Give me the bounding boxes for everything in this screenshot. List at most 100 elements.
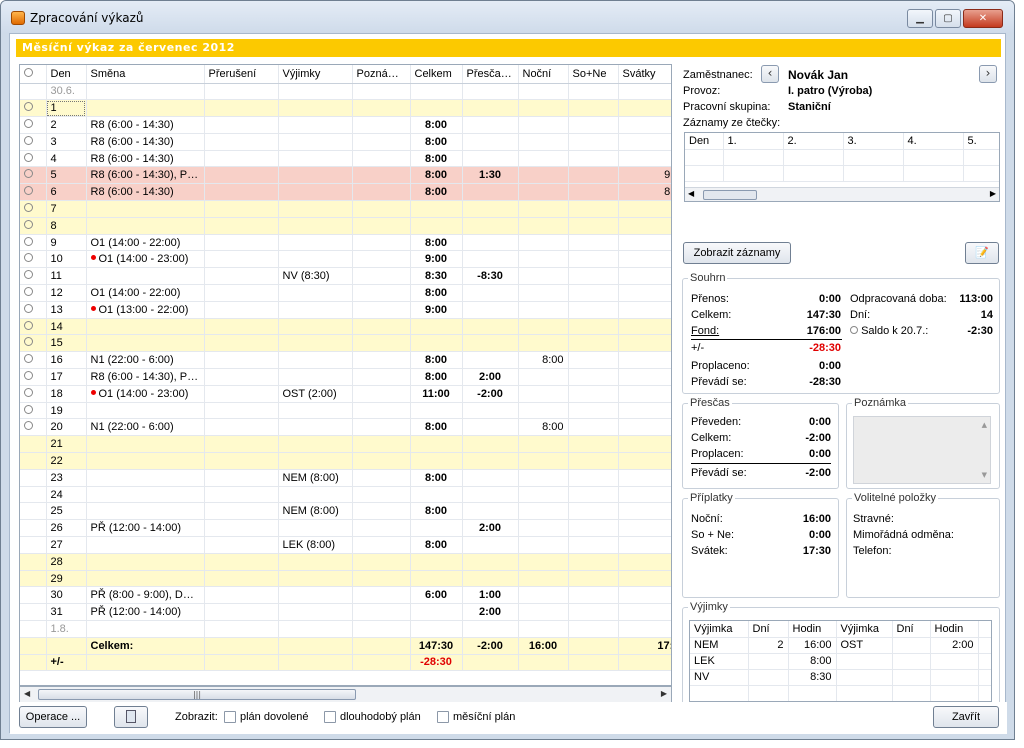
preruseni-cell[interactable] <box>204 553 279 571</box>
scroll-thumb[interactable]: ||| <box>38 689 356 700</box>
preruseni-cell[interactable] <box>204 133 279 151</box>
den-cell[interactable]: 11 <box>46 267 87 286</box>
nocni-cell[interactable] <box>518 318 569 336</box>
den-cell[interactable]: 24 <box>46 486 87 504</box>
nocni-cell[interactable] <box>518 519 569 538</box>
key-icon[interactable] <box>24 169 33 179</box>
key-icon[interactable] <box>24 354 33 364</box>
nocni-cell[interactable] <box>518 217 569 235</box>
prescas-cell[interactable] <box>462 402 519 420</box>
vyjimky-cell[interactable] <box>892 653 931 670</box>
preruseni-cell[interactable] <box>204 284 279 302</box>
vyjimky-cell[interactable] <box>278 83 353 101</box>
smena-cell[interactable]: O1 (13:00 - 22:00) <box>86 301 205 319</box>
prescas-cell[interactable] <box>462 301 519 319</box>
poznamka-cell[interactable] <box>352 620 411 638</box>
prescas-cell[interactable] <box>462 183 519 202</box>
key-cell[interactable] <box>20 519 47 538</box>
table-row[interactable]: 1 <box>20 99 671 118</box>
celkem-cell[interactable] <box>410 83 463 101</box>
poznamka-cell[interactable] <box>352 536 411 554</box>
preruseni-cell[interactable] <box>204 234 279 252</box>
table-row[interactable]: 23 NEM (8:00) 8:00 <box>20 469 671 487</box>
celkem-cell[interactable] <box>410 452 463 470</box>
smena-cell[interactable]: O1 (14:00 - 23:00) <box>86 250 205 269</box>
key-icon[interactable] <box>24 219 33 229</box>
poznamka-cell[interactable] <box>352 586 411 605</box>
den-cell[interactable]: 12 <box>46 284 87 302</box>
preruseni-cell[interactable] <box>204 301 279 319</box>
key-cell[interactable] <box>20 402 47 420</box>
svatky-cell[interactable] <box>618 620 671 638</box>
svatky-cell[interactable] <box>618 351 671 370</box>
preruseni-cell[interactable] <box>204 83 279 101</box>
prescas-cell[interactable] <box>462 217 519 235</box>
smena-cell[interactable] <box>86 83 205 101</box>
scroll-right-arrow-icon[interactable]: ▶ <box>990 189 996 198</box>
svatky-cell[interactable] <box>618 586 671 605</box>
prescas-cell[interactable] <box>462 200 519 218</box>
preruseni-cell[interactable] <box>204 586 279 605</box>
column-header[interactable]: So+Ne <box>568 65 619 84</box>
scroll-thumb[interactable] <box>703 190 757 200</box>
sone-cell[interactable] <box>568 150 619 168</box>
table-row[interactable]: 22 <box>20 452 671 470</box>
smena-cell[interactable]: O1 (14:00 - 22:00) <box>86 234 205 252</box>
sone-cell[interactable] <box>568 603 619 621</box>
nocni-cell[interactable] <box>518 334 569 353</box>
preruseni-cell[interactable] <box>204 435 279 454</box>
svatky-cell[interactable] <box>618 267 671 286</box>
poznamka-cell[interactable] <box>352 418 411 437</box>
nocni-cell[interactable] <box>518 183 569 202</box>
table-row[interactable]: 9 O1 (14:00 - 22:00) 8:00 <box>20 234 671 252</box>
column-header[interactable]: Výjimka <box>690 621 749 638</box>
smena-cell[interactable] <box>86 570 205 588</box>
sone-cell[interactable] <box>568 166 619 185</box>
sone-cell[interactable] <box>568 267 619 286</box>
celkem-cell[interactable]: 6:00 <box>410 586 463 605</box>
den-cell[interactable]: 4 <box>46 150 87 168</box>
prescas-cell[interactable] <box>462 318 519 336</box>
poznamka-textarea[interactable]: ▲ ▼ <box>853 416 991 484</box>
smena-cell[interactable] <box>86 469 205 487</box>
poznamka-cell[interactable] <box>352 519 411 538</box>
key-cell[interactable] <box>20 351 47 370</box>
smena-cell[interactable] <box>86 200 205 218</box>
celkem-cell[interactable] <box>410 435 463 454</box>
nocni-cell[interactable] <box>518 250 569 269</box>
key-cell[interactable] <box>20 553 47 571</box>
vyjimky-cell[interactable]: 2 <box>748 637 789 654</box>
den-cell[interactable]: 20 <box>46 418 87 437</box>
nocni-cell[interactable] <box>518 284 569 302</box>
poznamka-cell[interactable] <box>352 452 411 470</box>
vyjimky-cell[interactable] <box>278 183 353 202</box>
key-icon[interactable] <box>24 421 33 431</box>
celkem-cell[interactable] <box>410 200 463 218</box>
nocni-cell[interactable] <box>518 385 569 403</box>
prescas-cell[interactable] <box>462 116 519 134</box>
poznamka-cell[interactable] <box>352 200 411 218</box>
key-cell[interactable] <box>20 435 47 454</box>
panel-toggle-button[interactable] <box>114 706 148 728</box>
vyjimky-cell[interactable] <box>748 653 789 670</box>
key-cell[interactable] <box>20 200 47 218</box>
column-header[interactable]: Celkem <box>410 65 463 84</box>
key-cell[interactable] <box>20 603 47 621</box>
sone-cell[interactable] <box>568 486 619 504</box>
vyjimky-cell[interactable] <box>278 301 353 319</box>
poznamka-cell[interactable] <box>352 553 411 571</box>
sone-cell[interactable] <box>568 284 619 302</box>
poznamka-cell[interactable] <box>352 284 411 302</box>
prescas-cell[interactable] <box>462 553 519 571</box>
maximize-button[interactable]: ▢ <box>935 9 961 28</box>
key-icon[interactable] <box>24 286 33 296</box>
smena-cell[interactable]: R8 (6:00 - 14:30) <box>86 116 205 134</box>
column-header[interactable]: Dní <box>892 621 931 638</box>
sone-cell[interactable] <box>568 217 619 235</box>
sone-cell[interactable] <box>568 620 619 638</box>
svatky-cell[interactable] <box>618 570 671 588</box>
table-row[interactable]: 8 <box>20 217 671 235</box>
table-row[interactable]: 21 <box>20 435 671 454</box>
poznamka-cell[interactable] <box>352 301 411 319</box>
celkem-cell[interactable]: 11:00 <box>410 385 463 403</box>
